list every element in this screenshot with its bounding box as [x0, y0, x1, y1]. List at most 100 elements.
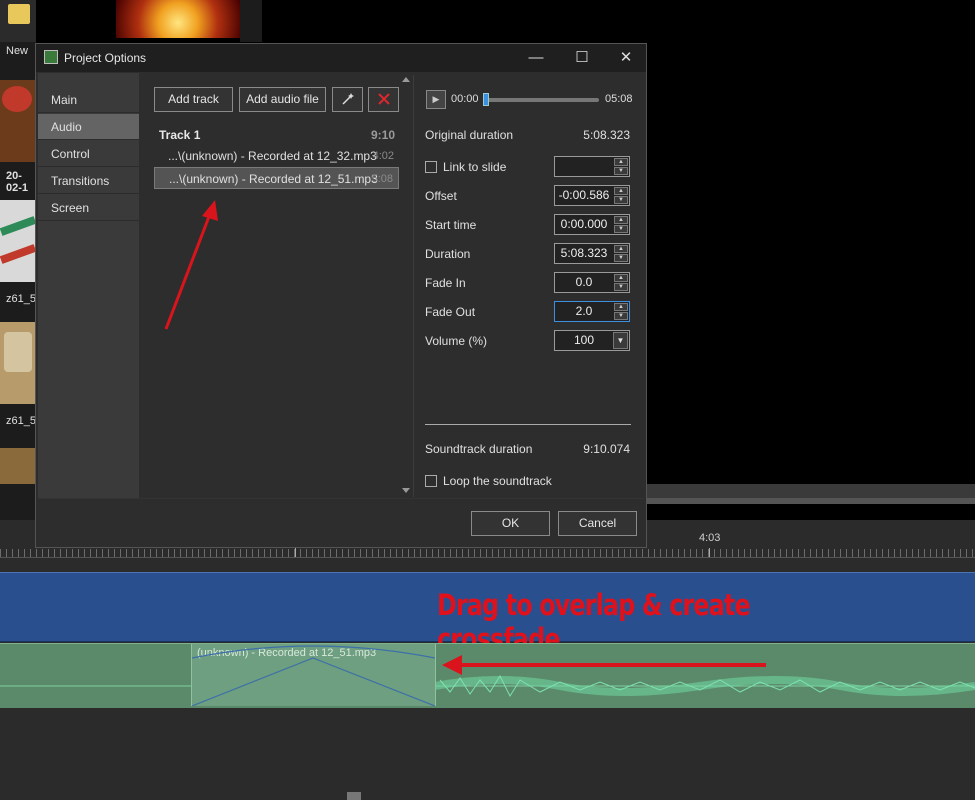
- timeline-empty-area: [0, 708, 975, 800]
- duration-field[interactable]: 5:08.323 ▲ ▼: [554, 243, 630, 264]
- duration-value: 5:08.323: [560, 246, 608, 260]
- audio-file-item-selected[interactable]: ...\(unknown) - Recorded at 12_51.mp3 5:…: [154, 167, 399, 189]
- dialog-title: Project Options: [64, 51, 147, 65]
- slide-thumbnails-strip: New 20-02-1 z61_5 z61_5: [0, 0, 37, 520]
- nav-item-audio[interactable]: Audio: [38, 114, 139, 140]
- original-duration-value: 5:08.323: [583, 128, 630, 142]
- soundtrack-duration-label: Soundtrack duration: [425, 442, 533, 456]
- spin-up-icon[interactable]: ▲: [614, 245, 628, 253]
- player-end-time: 05:08: [605, 93, 633, 105]
- maximize-button[interactable]: ☐: [560, 44, 604, 72]
- fade-in-label: Fade In: [425, 276, 466, 290]
- spin-down-icon[interactable]: ▼: [614, 283, 628, 291]
- wand-button[interactable]: [332, 87, 363, 112]
- spin-up-icon[interactable]: ▲: [614, 158, 628, 166]
- volume-value: 100: [573, 333, 595, 347]
- start-time-label: Start time: [425, 218, 477, 232]
- delete-icon: [377, 93, 390, 105]
- spin-down-icon[interactable]: ▼: [614, 312, 628, 320]
- spin-down-icon[interactable]: ▼: [614, 167, 628, 175]
- nav-item-control[interactable]: Control: [38, 141, 139, 167]
- audio-clip[interactable]: (unknown) - Recorded at 12_51.mp3: [191, 644, 436, 706]
- spin-down-icon[interactable]: ▼: [614, 196, 628, 204]
- loop-soundtrack-checkbox[interactable]: [425, 475, 437, 487]
- wand-icon: [341, 93, 354, 105]
- start-time-value: 0:00.000: [560, 217, 608, 231]
- folder-thumbnail[interactable]: [0, 0, 36, 42]
- ruler-ticks: [0, 549, 975, 557]
- dialog-titlebar[interactable]: Project Options — ☐ ✕: [36, 44, 646, 72]
- spin-up-icon[interactable]: ▲: [614, 274, 628, 282]
- crossfade-curve: [192, 645, 435, 706]
- section-divider: [425, 424, 631, 425]
- red-arrow-left: [442, 655, 766, 675]
- ruler-separator: [0, 557, 975, 558]
- scroll-up-icon[interactable]: [402, 77, 410, 82]
- slide-thumbnail[interactable]: [0, 80, 36, 162]
- slide-thumbnail[interactable]: [0, 200, 37, 282]
- duration-label: Duration: [425, 247, 471, 261]
- nav-item-screen[interactable]: Screen: [38, 195, 139, 221]
- fade-in-value: 0.0: [575, 275, 593, 289]
- audio-file-duration: 5:08: [371, 173, 393, 185]
- nav-item-transitions[interactable]: Transitions: [38, 168, 139, 194]
- spin-down-icon[interactable]: ▼: [614, 225, 628, 233]
- nav-item-main[interactable]: Main: [38, 87, 139, 113]
- offset-field[interactable]: -0:00.586 ▲ ▼: [554, 185, 630, 206]
- app-icon: [44, 50, 58, 64]
- player-seek-handle[interactable]: [483, 93, 489, 106]
- fade-out-label: Fade Out: [425, 305, 476, 319]
- scroll-down-icon[interactable]: [402, 488, 410, 493]
- add-track-button[interactable]: Add track: [154, 87, 233, 112]
- cancel-button[interactable]: Cancel: [558, 511, 637, 536]
- original-duration-label: Original duration: [425, 128, 514, 142]
- link-to-slide-field[interactable]: ▲ ▼: [554, 156, 630, 177]
- audio-file-duration: 4:02: [372, 150, 394, 162]
- start-time-field[interactable]: 0:00.000 ▲ ▼: [554, 214, 630, 235]
- timeline-band: [645, 484, 975, 498]
- fade-in-field[interactable]: 0.0 ▲ ▼: [554, 272, 630, 293]
- fade-out-field[interactable]: 2.0 ▲ ▼: [554, 301, 630, 322]
- offset-value: -0:00.586: [558, 188, 610, 202]
- player-start-time: 00:00: [451, 93, 479, 105]
- audio-file-item[interactable]: ...\(unknown) - Recorded at 12_32.mp3 4:…: [154, 145, 399, 167]
- play-button[interactable]: ▶: [426, 90, 446, 109]
- spin-down-icon[interactable]: ▼: [614, 254, 628, 262]
- add-audio-file-button[interactable]: Add audio file: [239, 87, 326, 112]
- link-to-slide-value: [555, 157, 613, 176]
- track-duration: 9:10: [371, 128, 396, 142]
- thumbnail-label: z61_5: [6, 415, 36, 427]
- spin-up-icon[interactable]: ▲: [614, 303, 628, 311]
- chevron-down-icon[interactable]: ▼: [613, 332, 628, 349]
- offset-label: Offset: [425, 189, 457, 203]
- project-options-dialog: Project Options — ☐ ✕ Main Audio Control…: [35, 43, 647, 548]
- thumbnail-label-new: New: [6, 45, 29, 57]
- fade-out-value: 2.0: [575, 304, 593, 318]
- panel-divider: [413, 75, 414, 497]
- link-to-slide-checkbox[interactable]: [425, 161, 437, 173]
- soundtrack-duration-value: 9:10.074: [583, 442, 630, 456]
- volume-dropdown[interactable]: 100 ▼: [554, 330, 630, 351]
- slide-thumbnail[interactable]: [0, 448, 36, 484]
- timeline-scrollbar-thumb[interactable]: [347, 792, 361, 800]
- thumbnail-label: 20-02-1: [6, 170, 29, 194]
- close-button[interactable]: ✕: [604, 44, 648, 72]
- file-list-scrollbar[interactable]: [401, 75, 411, 497]
- track-name[interactable]: Track 1: [159, 128, 200, 142]
- spin-up-icon[interactable]: ▲: [614, 187, 628, 195]
- delete-button[interactable]: [368, 87, 399, 112]
- minimize-button[interactable]: —: [514, 44, 558, 72]
- thumbnail-label: z61_5: [6, 293, 36, 305]
- audio-file-name: ...\(unknown) - Recorded at 12_32.mp3: [168, 149, 377, 163]
- options-nav: Main Audio Control Transitions Screen: [38, 73, 139, 498]
- volume-label: Volume (%): [425, 334, 488, 348]
- red-arrow-up: [164, 200, 218, 330]
- player-seek-track[interactable]: [486, 98, 599, 102]
- thumbnail-panel-edge: [240, 0, 262, 42]
- ok-button[interactable]: OK: [471, 511, 550, 536]
- play-icon: ▶: [432, 94, 440, 104]
- image-thumbnail[interactable]: [116, 0, 240, 38]
- ruler-time-label: 4:03: [699, 532, 721, 544]
- slide-thumbnail[interactable]: [0, 322, 36, 404]
- spin-up-icon[interactable]: ▲: [614, 216, 628, 224]
